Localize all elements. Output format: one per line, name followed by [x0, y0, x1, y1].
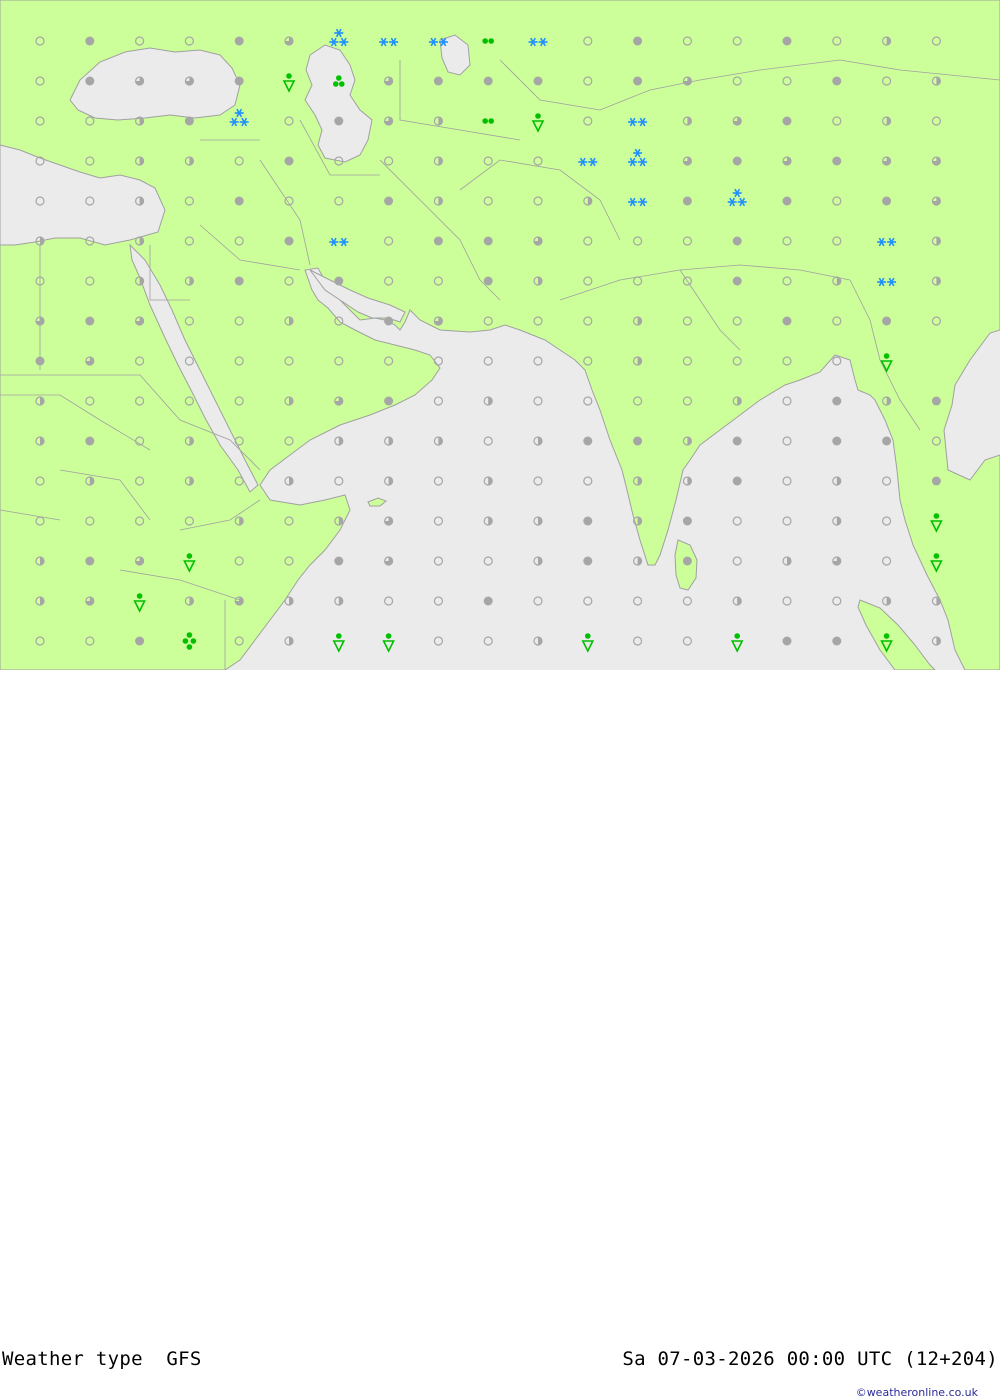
cloudy-symbol [483, 276, 493, 286]
cloudy-symbol [85, 76, 95, 86]
cloudy-symbol [284, 236, 294, 246]
cloudy-symbol [633, 436, 643, 446]
cloudy-symbol [583, 556, 593, 566]
cloudy-symbol [384, 396, 394, 406]
mostly-cloudy-symbol [135, 556, 145, 566]
cloudy-symbol [334, 556, 344, 566]
mostly-cloudy-symbol [334, 396, 344, 406]
credit-link[interactable]: ©weatheronline.co.uk [856, 1386, 978, 1399]
cloudy-symbol [782, 636, 792, 646]
mostly-cloudy-symbol [533, 236, 543, 246]
mostly-cloudy-symbol [85, 596, 95, 606]
mostly-cloudy-symbol [35, 316, 45, 326]
map-title: Weather type GFS [2, 1348, 202, 1370]
cloudy-symbol [633, 36, 643, 46]
cloudy-symbol [85, 36, 95, 46]
footer: Weather type GFS Sa 07-03-2026 00:00 UTC… [0, 670, 1000, 1399]
cloudy-symbol [782, 116, 792, 126]
cloudy-symbol [433, 236, 443, 246]
cloudy-symbol [832, 156, 842, 166]
cloudy-symbol [135, 636, 145, 646]
mostly-cloudy-symbol [384, 516, 394, 526]
mostly-cloudy-symbol [384, 556, 394, 566]
cloudy-symbol [782, 36, 792, 46]
mostly-cloudy-symbol [732, 116, 742, 126]
cloudy-symbol [483, 76, 493, 86]
cloudy-symbol [384, 196, 394, 206]
cloudy-symbol [682, 516, 692, 526]
cloudy-symbol [882, 436, 892, 446]
title-label: Weather type [2, 1348, 143, 1370]
cloudy-symbol [732, 156, 742, 166]
cloudy-symbol [832, 436, 842, 446]
mostly-cloudy-symbol [881, 156, 892, 166]
mostly-cloudy-symbol [135, 316, 145, 326]
mostly-cloudy-symbol [384, 116, 394, 126]
cloudy-symbol [882, 196, 892, 206]
cloudy-symbol [85, 316, 95, 326]
cloudy-symbol [882, 316, 892, 326]
cloudy-symbol [384, 316, 394, 326]
mostly-cloudy-symbol [682, 156, 693, 166]
cloudy-symbol [533, 76, 543, 86]
cloudy-symbol [782, 196, 792, 206]
cloudy-symbol [334, 116, 344, 126]
mostly-cloudy-symbol [234, 596, 244, 606]
mostly-cloudy-symbol [832, 556, 842, 566]
cloudy-symbol [433, 76, 443, 86]
mostly-cloudy-symbol [384, 76, 394, 86]
cloudy-symbol [931, 476, 941, 486]
cloudy-symbol [832, 76, 842, 86]
mostly-cloudy-symbol [135, 76, 145, 86]
cloudy-symbol [633, 76, 643, 86]
cloudy-symbol [832, 636, 842, 646]
mostly-cloudy-symbol [284, 36, 294, 46]
cloudy-symbol [931, 396, 941, 406]
cloudy-symbol [234, 196, 244, 206]
cloudy-symbol [732, 436, 742, 446]
cloudy-symbol [85, 556, 95, 566]
cloudy-symbol [234, 36, 244, 46]
cloudy-symbol [184, 116, 194, 126]
cloudy-symbol [85, 436, 95, 446]
cloudy-symbol [782, 316, 792, 326]
cloudy-symbol [35, 356, 45, 366]
model-name: GFS [166, 1348, 202, 1370]
cloudy-symbol [483, 596, 493, 606]
cloudy-symbol [732, 236, 742, 246]
cloudy-symbol [234, 76, 244, 86]
cloudy-symbol [234, 276, 244, 286]
cloudy-symbol [732, 476, 742, 486]
mostly-cloudy-symbol [184, 76, 194, 86]
mostly-cloudy-symbol [85, 356, 95, 366]
cloudy-symbol [334, 276, 344, 286]
mostly-cloudy-symbol [782, 156, 792, 166]
mostly-cloudy-symbol [931, 156, 942, 166]
cloudy-symbol [732, 276, 742, 286]
weather-map [0, 0, 1000, 670]
cloudy-symbol [483, 236, 493, 246]
cloudy-symbol [682, 196, 692, 206]
mostly-cloudy-symbol [931, 196, 942, 206]
cloudy-symbol [284, 156, 294, 166]
cloudy-symbol [832, 396, 842, 406]
cloudy-symbol [583, 436, 593, 446]
cloudy-symbol [682, 556, 692, 566]
cloudy-symbol [583, 516, 593, 526]
valid-time: Sa 07-03-2026 00:00 UTC (12+204) [622, 1348, 998, 1370]
mostly-cloudy-symbol [682, 76, 693, 86]
mostly-cloudy-symbol [433, 316, 443, 326]
